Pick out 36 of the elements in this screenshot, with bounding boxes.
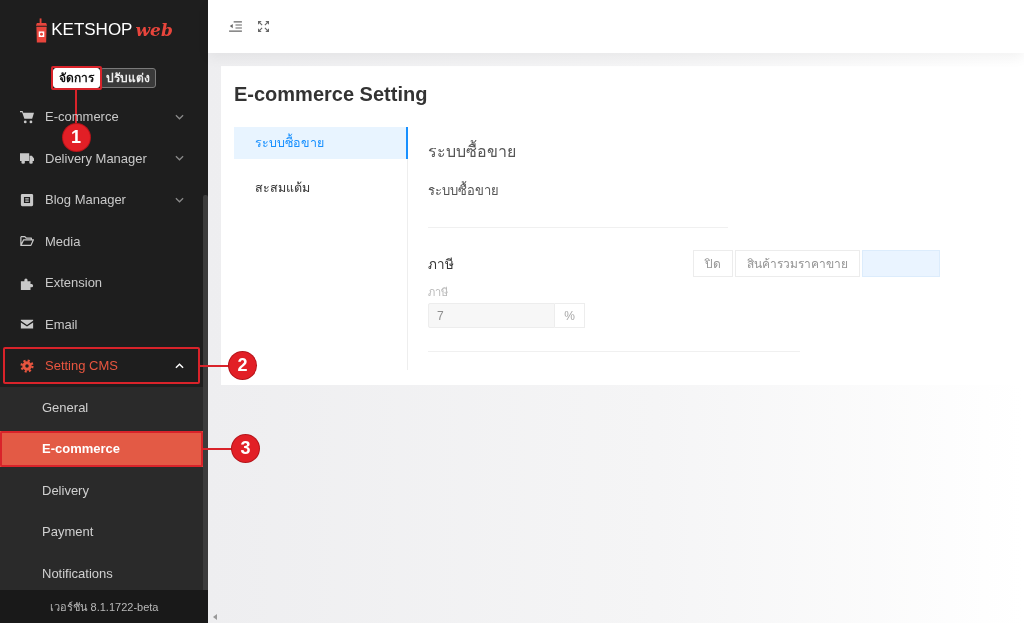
tax-heading: ภาษี <box>428 255 454 274</box>
menu-item[interactable]: Extension <box>0 275 203 290</box>
truck-icon <box>20 151 34 166</box>
cup-logo-icon <box>35 17 49 43</box>
submenu-item[interactable]: Payment <box>0 513 203 550</box>
menu-item[interactable]: Delivery Manager <box>0 151 203 166</box>
mode-tab[interactable]: ปรับแต่ง <box>99 68 156 88</box>
menu-item[interactable]: Email <box>0 317 203 332</box>
menu-item[interactable]: Setting CMS <box>0 358 203 373</box>
submenu-item[interactable]: Delivery <box>0 472 203 509</box>
expand-arrows-icon[interactable] <box>257 21 270 32</box>
brand-suffix: web <box>135 19 173 41</box>
outdent-icon[interactable] <box>229 21 242 32</box>
submenu-item[interactable]: E-commerce <box>0 430 203 467</box>
mode-tab[interactable]: จัดการ <box>52 68 100 88</box>
section-title: ระบบซื้อขาย <box>428 141 948 163</box>
scroll-left-icon[interactable] <box>213 614 217 620</box>
brand-name: KETSHOP <box>51 19 133 41</box>
cart-icon <box>20 109 34 124</box>
menu-item[interactable]: Blog Manager <box>0 192 203 207</box>
version-text: เวอร์ชัน 8.1.1722-beta <box>49 599 159 615</box>
callout-connector <box>200 364 229 367</box>
field-label: ภาษี <box>428 285 449 299</box>
page-title: E-commerce Setting <box>234 82 429 106</box>
settings-tab[interactable]: สะสมแต้ม <box>234 172 407 204</box>
unit-addon: % <box>555 303 585 328</box>
menu-item[interactable]: Media <box>0 234 203 249</box>
submenu-item[interactable]: General <box>0 389 203 426</box>
gear-icon <box>20 358 34 373</box>
note-icon <box>20 192 34 207</box>
callout-connector <box>203 447 232 450</box>
section-subtitle: ระบบซื้อขาย <box>428 182 500 200</box>
scrollbar-thumb[interactable] <box>203 195 208 590</box>
callout-frame <box>50 66 102 90</box>
submenu-item[interactable]: Notifications <box>0 555 203 590</box>
folder-icon <box>20 234 34 249</box>
